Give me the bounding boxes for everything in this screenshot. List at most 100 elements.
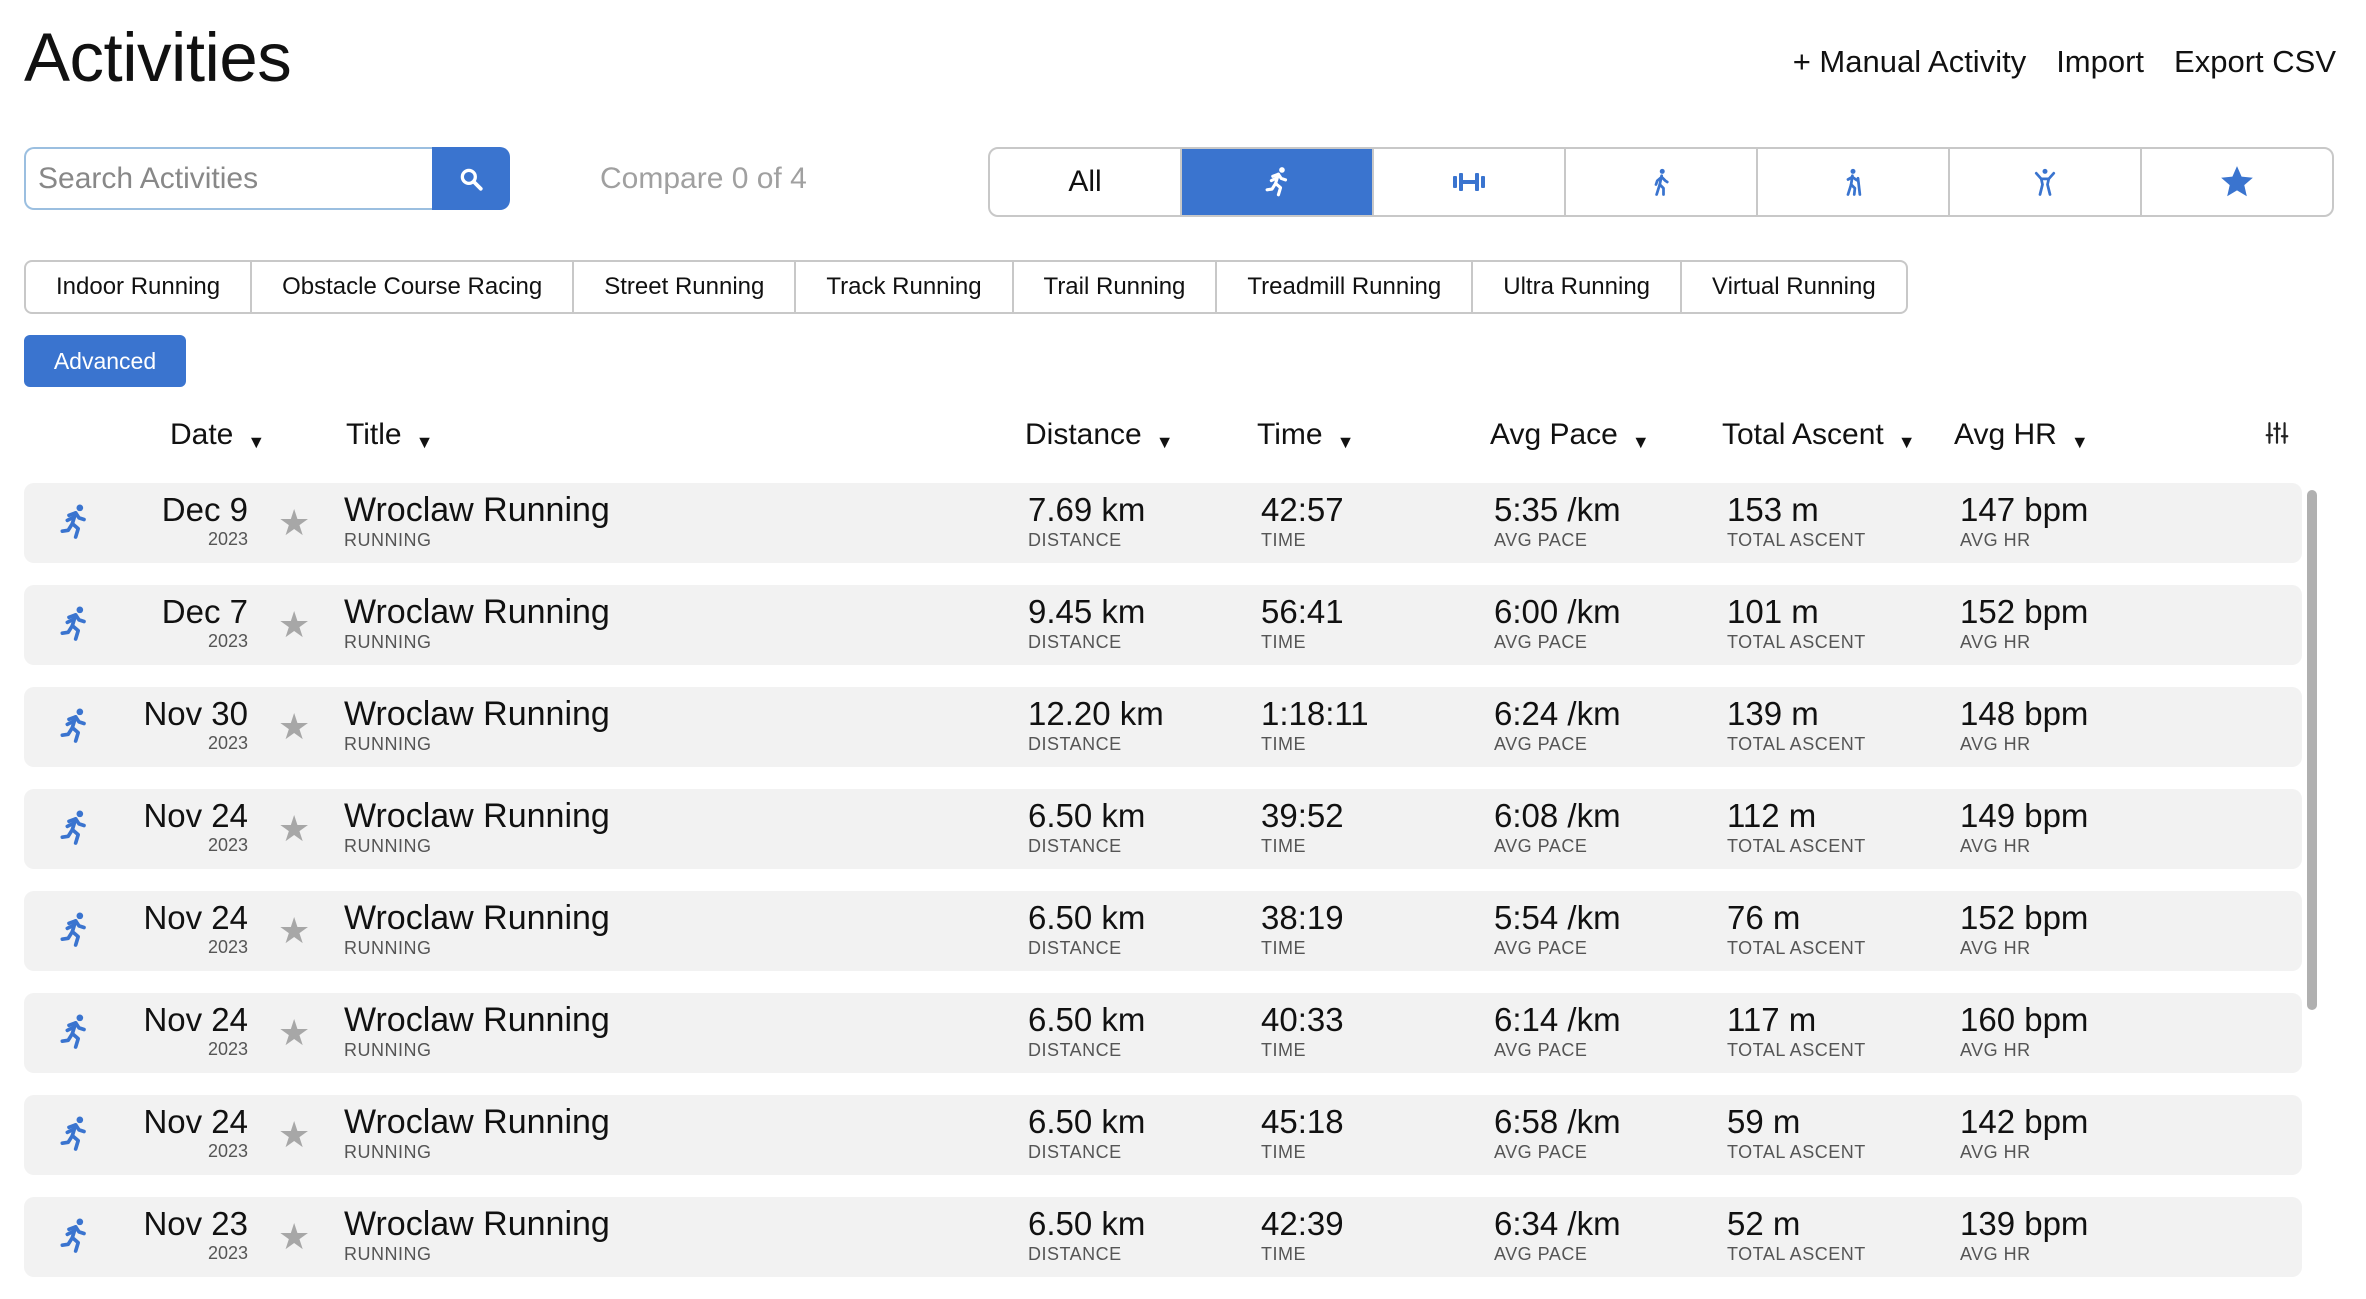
column-settings-button[interactable] xyxy=(2264,420,2290,451)
favorite-star-icon[interactable]: ★ xyxy=(278,709,310,745)
activity-row[interactable]: Nov 24 2023 ★ Wroclaw Running RUNNING 6.50 km… xyxy=(24,1095,2302,1175)
activity-time: 1:18:11 TIME xyxy=(1261,695,1369,755)
search-input[interactable] xyxy=(24,147,432,210)
activity-time-value: 40:33 xyxy=(1261,1001,1344,1038)
activity-time-label: TIME xyxy=(1261,530,1306,550)
type-filter-favorites[interactable] xyxy=(2140,149,2332,215)
activity-avg-pace: 6:58 /km AVG PACE xyxy=(1494,1103,1621,1163)
activity-row[interactable]: Nov 24 2023 ★ Wroclaw Running RUNNING 6.50 km… xyxy=(24,789,2302,869)
column-header-label: Total Ascent xyxy=(1722,418,1884,451)
favorite-star-icon[interactable]: ★ xyxy=(278,607,310,643)
activity-time-value: 45:18 xyxy=(1261,1103,1344,1140)
activity-date-day: Nov 24 xyxy=(143,1103,248,1140)
activity-avg-pace-value: 5:35 /km xyxy=(1494,491,1621,528)
activity-total-ascent-value: 59 m xyxy=(1727,1103,1801,1140)
column-header-label: Time xyxy=(1257,418,1323,451)
sort-caret-icon: ▼ xyxy=(1155,432,1174,452)
activity-avg-pace-value: 6:24 /km xyxy=(1494,695,1621,732)
activity-row[interactable]: Nov 24 2023 ★ Wroclaw Running RUNNING 6.50 km… xyxy=(24,993,2302,1073)
activity-distance-value: 6.50 km xyxy=(1028,1205,1146,1242)
activity-distance: 6.50 km DISTANCE xyxy=(1028,1103,1145,1163)
activity-title-block: Wroclaw Running RUNNING xyxy=(344,899,610,959)
column-header-time[interactable]: Time ▼ xyxy=(1257,418,1354,452)
activity-row[interactable]: Nov 24 2023 ★ Wroclaw Running RUNNING 6.50 km… xyxy=(24,891,2302,971)
activity-distance: 6.50 km DISTANCE xyxy=(1028,797,1145,857)
activity-total-ascent-value: 52 m xyxy=(1727,1205,1801,1242)
activity-time-label: TIME xyxy=(1261,1142,1306,1162)
activity-distance: 7.69 km DISTANCE xyxy=(1028,491,1145,551)
manual-activity-link[interactable]: + Manual Activity xyxy=(1793,44,2026,80)
activity-total-ascent-label: TOTAL ASCENT xyxy=(1727,938,1866,958)
subtype-chip[interactable]: Obstacle Course Racing xyxy=(250,262,572,312)
activity-date-year: 2023 xyxy=(207,1039,248,1059)
activity-date: Dec 9 2023 xyxy=(162,491,248,549)
type-filter-hiking[interactable] xyxy=(1756,149,1948,215)
activity-title-link[interactable]: Wroclaw Running xyxy=(344,899,610,937)
favorite-star-icon[interactable]: ★ xyxy=(278,1219,310,1255)
activity-distance-label: DISTANCE xyxy=(1028,632,1122,652)
subtype-chip[interactable]: Street Running xyxy=(572,262,794,312)
type-filter-all[interactable]: All xyxy=(990,149,1180,215)
advanced-button[interactable]: Advanced xyxy=(24,335,186,387)
activity-title-link[interactable]: Wroclaw Running xyxy=(344,1205,610,1243)
favorite-star-icon[interactable]: ★ xyxy=(278,811,310,847)
export-csv-link[interactable]: Export CSV xyxy=(2174,44,2336,80)
activity-row[interactable]: Nov 23 2023 ★ Wroclaw Running RUNNING 6.50 km… xyxy=(24,1197,2302,1277)
column-header-date[interactable]: Date ▼ xyxy=(170,418,265,452)
running-icon xyxy=(1265,167,1288,197)
activity-type-filter: All xyxy=(988,147,2334,217)
activity-time-value: 39:52 xyxy=(1261,797,1344,834)
activity-avg-hr: 147 bpm AVG HR xyxy=(1960,491,2088,551)
column-header-total-ascent[interactable]: Total Ascent ▼ xyxy=(1722,418,1916,452)
favorite-star-icon[interactable]: ★ xyxy=(278,1117,310,1153)
sliders-icon xyxy=(2265,422,2289,444)
activity-avg-pace: 6:24 /km AVG PACE xyxy=(1494,695,1621,755)
type-filter-walking[interactable] xyxy=(1564,149,1756,215)
favorite-star-icon[interactable]: ★ xyxy=(278,505,310,541)
activity-title-link[interactable]: Wroclaw Running xyxy=(344,695,610,733)
activity-time-label: TIME xyxy=(1261,938,1306,958)
activity-title-block: Wroclaw Running RUNNING xyxy=(344,797,610,857)
activity-title-link[interactable]: Wroclaw Running xyxy=(344,593,610,631)
subtype-chip[interactable]: Track Running xyxy=(794,262,1011,312)
sort-caret-icon: ▼ xyxy=(1336,432,1355,452)
search-icon xyxy=(460,168,483,191)
activity-title-link[interactable]: Wroclaw Running xyxy=(344,1001,610,1039)
column-header-avg-hr[interactable]: Avg HR ▼ xyxy=(1954,418,2089,452)
activity-distance-label: DISTANCE xyxy=(1028,530,1122,550)
activity-row[interactable]: Dec 9 2023 ★ Wroclaw Running RUNNING 7.69 km D… xyxy=(24,483,2302,563)
subtype-chip[interactable]: Trail Running xyxy=(1011,262,1216,312)
activity-row[interactable]: Dec 7 2023 ★ Wroclaw Running RUNNING 9.45 km D… xyxy=(24,585,2302,665)
column-header-label: Distance xyxy=(1025,418,1142,451)
column-header-avg-pace[interactable]: Avg Pace ▼ xyxy=(1490,418,1650,452)
type-filter-strength[interactable] xyxy=(1372,149,1564,215)
activity-time: 45:18 TIME xyxy=(1261,1103,1344,1163)
activity-title-link[interactable]: Wroclaw Running xyxy=(344,1103,610,1141)
activity-avg-pace: 5:54 /km AVG PACE xyxy=(1494,899,1621,959)
favorite-star-icon[interactable]: ★ xyxy=(278,913,310,949)
column-header-title[interactable]: Title ▼ xyxy=(346,418,433,452)
import-link[interactable]: Import xyxy=(2056,44,2144,80)
favorite-star-icon[interactable]: ★ xyxy=(278,1015,310,1051)
activity-avg-pace-value: 6:14 /km xyxy=(1494,1001,1621,1038)
subtype-chip[interactable]: Ultra Running xyxy=(1471,262,1680,312)
activity-avg-pace-value: 6:58 /km xyxy=(1494,1103,1621,1140)
activity-title-block: Wroclaw Running RUNNING xyxy=(344,1103,610,1163)
activity-time-value: 1:18:11 xyxy=(1261,695,1369,732)
type-filter-fitness[interactable] xyxy=(1948,149,2140,215)
activity-row[interactable]: Nov 30 2023 ★ Wroclaw Running RUNNING 12.20 k… xyxy=(24,687,2302,767)
column-header-label: Avg Pace xyxy=(1490,418,1618,451)
activity-distance-value: 12.20 km xyxy=(1028,695,1164,732)
activity-date-day: Nov 24 xyxy=(143,797,248,834)
subtype-chip[interactable]: Virtual Running xyxy=(1680,262,1906,312)
scrollbar-thumb[interactable] xyxy=(2307,490,2317,1010)
search-button[interactable] xyxy=(432,147,510,210)
activity-title-link[interactable]: Wroclaw Running xyxy=(344,491,610,529)
type-filter-running[interactable] xyxy=(1180,149,1372,215)
scrollbar[interactable] xyxy=(2304,484,2320,1290)
subtype-chip[interactable]: Indoor Running xyxy=(26,262,250,312)
activity-type-icon xyxy=(54,705,94,752)
activity-title-link[interactable]: Wroclaw Running xyxy=(344,797,610,835)
subtype-chip[interactable]: Treadmill Running xyxy=(1215,262,1471,312)
column-header-distance[interactable]: Distance ▼ xyxy=(1025,418,1174,452)
